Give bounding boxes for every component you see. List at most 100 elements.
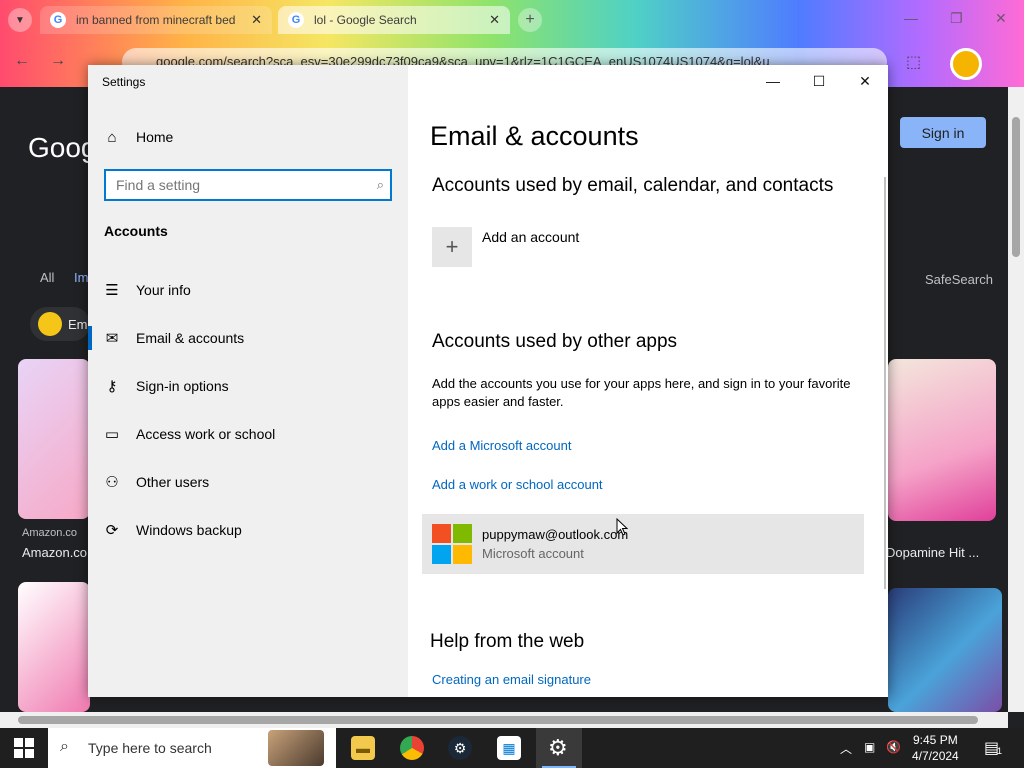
extensions-icon[interactable]: ⬚	[906, 52, 921, 72]
email-signature-help-link[interactable]: Creating an email signature	[432, 672, 591, 687]
taskbar-clock[interactable]: 9:45 PM 4/7/2024	[912, 732, 959, 764]
chip-label: Em	[68, 316, 88, 332]
file-explorer-icon[interactable]: ▬	[351, 736, 375, 760]
steam-icon[interactable]: ⚙	[448, 736, 472, 760]
sign-in-button[interactable]: Sign in	[900, 117, 986, 148]
taskbar-search-placeholder: Type here to search	[88, 740, 212, 756]
settings-content-pane: — ☐ ✕ Email & accounts Accounts used by …	[408, 65, 888, 697]
image-result-thumbnail[interactable]	[18, 359, 90, 519]
scrollbar-thumb[interactable]	[18, 716, 978, 724]
browser-restore-icon[interactable]: ❐	[950, 10, 963, 27]
scrollbar-thumb[interactable]	[1012, 117, 1020, 257]
home-icon: ⌂	[107, 128, 117, 146]
nav-email-accounts[interactable]: ✉ Email & accounts	[88, 318, 408, 358]
taskbar-search-box[interactable]: ⌕ Type here to search	[48, 728, 336, 768]
nav-home[interactable]: ⌂ Home	[88, 117, 408, 157]
section-heading-email: Accounts used by email, calendar, and co…	[432, 175, 834, 196]
search-highlight-avatar-icon	[268, 730, 324, 766]
browser-tab-title: im banned from minecraft bed	[76, 13, 236, 27]
image-caption[interactable]: Dopamine Hit ...	[886, 545, 979, 560]
nav-sign-in-options[interactable]: ⚷ Sign-in options	[88, 366, 408, 406]
section-heading: Accounts	[104, 223, 168, 239]
settings-gear-icon: ⚙	[548, 735, 568, 760]
nav-label: Windows backup	[136, 522, 242, 538]
notification-count-badge: 1	[997, 746, 1003, 756]
google-logo[interactable]: Goog	[28, 132, 97, 164]
chrome-icon[interactable]	[400, 736, 424, 760]
new-tab-plus-icon[interactable]: +	[518, 8, 542, 32]
google-favicon-icon: G	[288, 12, 304, 28]
browser-tab-title: lol - Google Search	[314, 13, 417, 27]
nav-home-label: Home	[136, 129, 174, 145]
close-tab-icon[interactable]: ✕	[251, 12, 262, 28]
tab-search-chevron-down-icon[interactable]: ▼	[8, 8, 32, 32]
windows-taskbar: ⌕ Type here to search ▬ ⚙ ▦ ⚙ ︿ ▣ 🔇 9:45…	[0, 728, 1024, 768]
browser-tab-lol[interactable]: G lol - Google Search ✕	[278, 6, 510, 34]
tray-chevron-up-icon[interactable]: ︿	[840, 740, 852, 757]
network-icon[interactable]: ▣	[864, 740, 875, 754]
key-icon: ⚷	[106, 378, 118, 395]
minimize-icon[interactable]: —	[750, 65, 796, 97]
account-type: Microsoft account	[482, 546, 584, 561]
nav-label: Your info	[136, 282, 191, 298]
close-tab-icon[interactable]: ✕	[489, 12, 500, 28]
person-icon: ⚇	[105, 474, 119, 491]
back-arrow-icon[interactable]: ←	[14, 52, 30, 70]
nav-other-users[interactable]: ⚇ Other users	[88, 462, 408, 502]
contact-card-icon: ☰	[105, 282, 119, 299]
nav-access-work-school[interactable]: ▭ Access work or school	[88, 414, 408, 454]
add-microsoft-account-link[interactable]: Add a Microsoft account	[432, 438, 571, 453]
section-heading-help: Help from the web	[430, 631, 585, 652]
nav-windows-backup[interactable]: ⟳ Windows backup	[88, 510, 408, 550]
add-an-account-button[interactable]: Add an account	[482, 229, 579, 245]
sync-icon: ⟳	[105, 522, 119, 539]
browser-tab-minecraft[interactable]: G im banned from minecraft bed ✕	[40, 6, 272, 34]
page-scrollbar-horizontal[interactable]	[0, 712, 1008, 728]
image-caption[interactable]: Amazon.co	[22, 545, 87, 560]
search-icon: ⌕	[376, 177, 384, 192]
section-heading-other-apps: Accounts used by other apps	[432, 331, 678, 352]
image-result-thumbnail[interactable]	[888, 588, 1002, 712]
other-apps-description: Add the accounts you use for your apps h…	[432, 376, 851, 409]
nav-label: Email & accounts	[136, 330, 245, 346]
content-scrollbar[interactable]	[884, 177, 886, 589]
close-icon[interactable]: ✕	[842, 65, 888, 97]
window-title: Settings	[102, 75, 146, 89]
settings-nav-pane: Settings ⌂ Home Find a setting ⌕ Account…	[88, 65, 408, 697]
find-setting-input[interactable]: Find a setting ⌕	[104, 169, 392, 201]
search-icon: ⌕	[60, 738, 69, 755]
search-tab-all[interactable]: All	[40, 270, 54, 285]
image-result-thumbnail[interactable]	[888, 359, 996, 521]
search-tab-images[interactable]: Im	[74, 270, 88, 285]
briefcase-icon: ▭	[104, 426, 120, 443]
emoji-icon	[38, 312, 62, 336]
image-source-label: Amazon.co	[22, 527, 78, 539]
nav-label: Other users	[136, 474, 210, 490]
browser-minimize-icon[interactable]: —	[904, 10, 918, 26]
browser-close-icon[interactable]: ✕	[995, 10, 1007, 27]
nav-your-info[interactable]: ☰ Your info	[88, 270, 408, 310]
account-list-item[interactable]: puppymaw@outlook.com Microsoft account	[422, 514, 864, 574]
page-title: Email & accounts	[430, 121, 639, 151]
filter-chip[interactable]: Em	[30, 307, 90, 341]
google-favicon-icon: G	[50, 12, 66, 28]
add-work-school-account-link[interactable]: Add a work or school account	[432, 477, 603, 492]
microsoft-logo-icon	[432, 524, 472, 564]
microsoft-store-icon[interactable]: ▦	[497, 736, 521, 760]
add-account-plus-icon[interactable]: +	[432, 227, 472, 267]
maximize-icon[interactable]: ☐	[796, 65, 842, 97]
settings-taskbar-button[interactable]: ⚙	[536, 728, 582, 768]
page-scrollbar-vertical[interactable]	[1008, 87, 1024, 712]
image-result-thumbnail[interactable]	[18, 582, 90, 712]
account-email: puppymaw@outlook.com	[482, 527, 629, 542]
mouse-cursor-icon	[616, 518, 628, 536]
nav-label: Access work or school	[136, 426, 276, 442]
volume-muted-icon[interactable]: 🔇	[886, 740, 901, 754]
mail-icon: ✉	[105, 330, 119, 347]
forward-arrow-icon[interactable]: →	[50, 52, 66, 70]
windows-start-icon[interactable]	[14, 738, 34, 758]
clock-time: 9:45 PM	[913, 733, 958, 747]
profile-avatar[interactable]	[950, 48, 982, 80]
safesearch-button[interactable]: SafeSearch	[925, 272, 993, 287]
clock-date: 4/7/2024	[912, 749, 959, 763]
